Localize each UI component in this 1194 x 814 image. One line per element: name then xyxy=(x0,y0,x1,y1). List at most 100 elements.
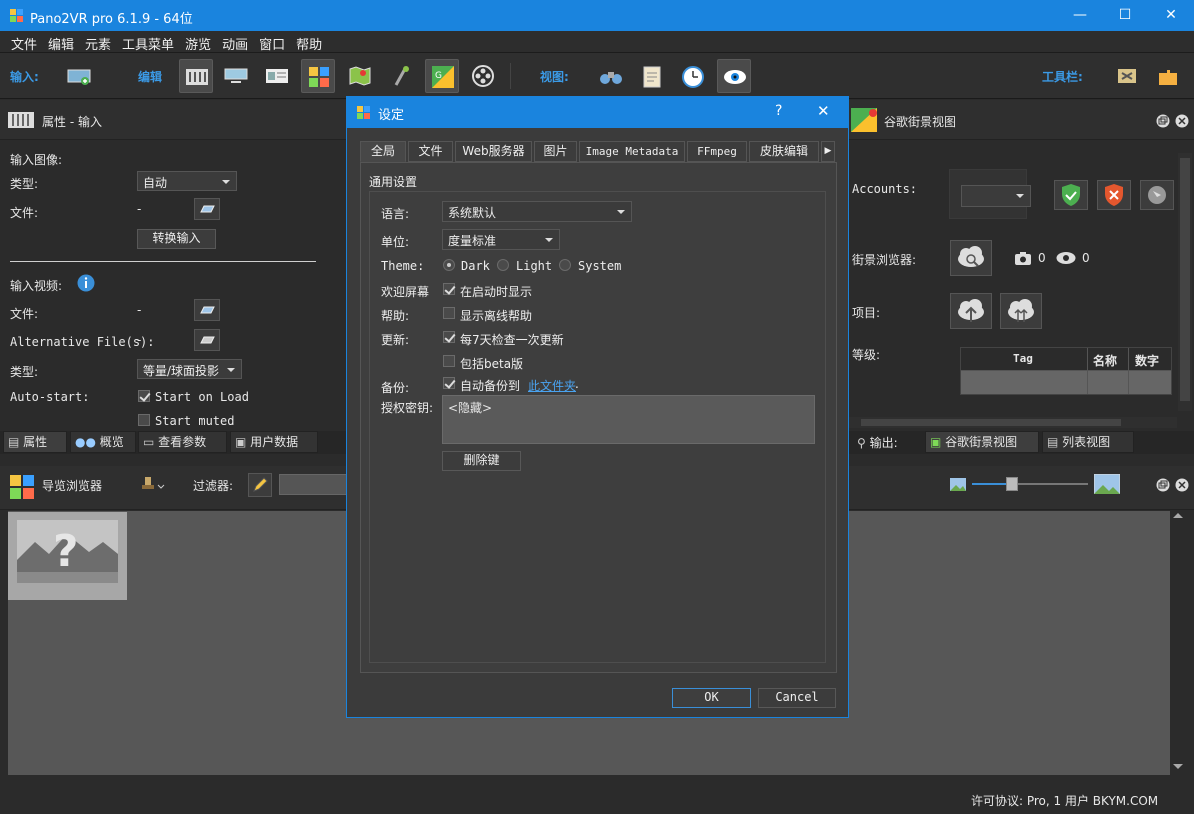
filter-input[interactable] xyxy=(279,474,349,495)
scroll-up-icon[interactable] xyxy=(1173,513,1183,518)
accounts-select[interactable] xyxy=(961,185,1031,207)
stamp-icon[interactable] xyxy=(141,475,165,495)
beta-checkbox[interactable] xyxy=(443,355,455,367)
start-on-load-checkbox[interactable] xyxy=(138,390,150,402)
viewing-params-icon[interactable] xyxy=(219,59,253,93)
tab-file[interactable]: 文件 xyxy=(408,141,453,162)
svg-text:G: G xyxy=(435,71,442,81)
properties-icon[interactable] xyxy=(179,59,213,93)
start-muted-checkbox[interactable] xyxy=(138,414,150,426)
menu-elements[interactable]: 元素 xyxy=(85,31,111,53)
cancel-button[interactable]: Cancel xyxy=(758,688,836,708)
convert-input-button[interactable]: 转换输入 xyxy=(137,229,216,249)
tab-web-server[interactable]: Web服务器 xyxy=(455,141,532,162)
clipboard-icon[interactable] xyxy=(635,59,669,93)
slider-handle[interactable] xyxy=(1006,477,1018,491)
eye-icon[interactable] xyxy=(717,59,751,93)
menu-tour[interactable]: 游览 xyxy=(185,31,211,53)
scrollbar-vertical[interactable] xyxy=(1170,511,1194,775)
maximize-button[interactable]: ☐ xyxy=(1102,0,1148,31)
tab-list-view[interactable]: ▤ 列表视图 xyxy=(1042,431,1134,453)
tab-skin-editor[interactable]: 皮肤编辑 xyxy=(749,141,819,162)
dialog-title-bar: 设定 ? ✕ xyxy=(347,97,848,128)
offline-help-label: 显示离线帮助 xyxy=(460,309,533,323)
tab-ffmpeg[interactable]: FFmpeg xyxy=(687,141,747,162)
offline-help-checkbox[interactable] xyxy=(443,307,455,319)
map-icon[interactable] xyxy=(343,59,377,93)
theme-dark-radio[interactable] xyxy=(443,259,455,271)
delete-key-button[interactable]: 删除键 xyxy=(442,451,521,471)
add-input-icon[interactable] xyxy=(62,59,96,93)
sign-out-button[interactable] xyxy=(1097,180,1131,210)
column-header-number[interactable]: 数字 xyxy=(1135,352,1159,369)
theme-system-radio[interactable] xyxy=(559,259,571,271)
float-panel-icon[interactable] xyxy=(1156,114,1170,128)
tab-image-metadata[interactable]: Image Metadata xyxy=(579,141,685,162)
gsv-panel-header: 谷歌街景视图 xyxy=(849,100,1194,140)
plugin-icon[interactable] xyxy=(1110,59,1144,93)
tab-view-params[interactable]: ▭ 查看参数 xyxy=(138,431,227,453)
float-panel-icon[interactable] xyxy=(1156,478,1170,492)
help-button[interactable]: ? xyxy=(775,103,782,119)
tab-properties[interactable]: ▤ 属性 xyxy=(3,431,67,453)
info-icon[interactable] xyxy=(77,274,95,292)
unit-select[interactable]: 度量标准 xyxy=(442,229,560,250)
user-data-icon[interactable] xyxy=(260,59,294,93)
welcome-checkbox[interactable] xyxy=(443,283,455,295)
puzzle-icon[interactable] xyxy=(1151,59,1185,93)
tab-images[interactable]: 图片 xyxy=(534,141,577,162)
dialog-close-button[interactable]: ✕ xyxy=(817,102,830,120)
gsv-h-scrollbar[interactable] xyxy=(849,417,1177,428)
menu-tools[interactable]: 工具菜单 xyxy=(122,31,174,53)
binoculars-icon[interactable] xyxy=(594,59,628,93)
gsv-scrollbar[interactable] xyxy=(1178,153,1192,411)
upload-all-button[interactable] xyxy=(1000,293,1042,329)
upload-button[interactable] xyxy=(950,293,992,329)
column-header-tag[interactable]: Tag xyxy=(1013,352,1033,365)
panorama-thumbnail[interactable]: ? xyxy=(8,512,127,600)
theme-light-radio[interactable] xyxy=(497,259,509,271)
close-window-button[interactable]: ✕ xyxy=(1148,0,1194,31)
video-type-value: 等量/球面投影 xyxy=(143,364,220,378)
dialog-title: 设定 xyxy=(378,108,405,123)
license-key-field[interactable]: <隐藏> xyxy=(442,395,815,444)
properties-icon xyxy=(8,112,34,128)
tour-browser-icon[interactable] xyxy=(301,59,335,93)
update-checkbox[interactable] xyxy=(443,331,455,343)
column-header-name[interactable]: 名称 xyxy=(1093,352,1117,369)
backup-checkbox[interactable] xyxy=(443,377,455,389)
ok-button[interactable]: OK xyxy=(672,688,751,708)
menu-help[interactable]: 帮助 xyxy=(296,31,322,53)
close-panel-icon[interactable] xyxy=(1175,478,1189,492)
filter-tag-button[interactable] xyxy=(248,473,272,497)
minimize-button[interactable]: — xyxy=(1057,0,1103,31)
patch-icon[interactable] xyxy=(384,59,418,93)
tab-overview[interactable]: ●● 概览 xyxy=(70,431,136,453)
backup-folder-link[interactable]: 此文件夹 xyxy=(528,377,576,394)
google-street-view-icon[interactable]: G xyxy=(425,59,459,93)
global-settings-page: 通用设置 语言: 系统默认 单位: 度量标准 Theme: Dark Light… xyxy=(360,162,837,673)
language-select[interactable]: 系统默认 xyxy=(442,201,632,222)
gsv-panel-title: 谷歌街景视图 xyxy=(884,115,957,129)
account-info-button[interactable] xyxy=(1140,180,1174,210)
open-file-button[interactable] xyxy=(194,198,220,220)
close-panel-icon[interactable] xyxy=(1175,114,1189,128)
menu-edit[interactable]: 编辑 xyxy=(48,31,74,53)
tab-google-street-view[interactable]: ▣ 谷歌街景视图 xyxy=(925,431,1039,453)
tab-user-data[interactable]: ▣ 用户数据 xyxy=(230,431,318,453)
video-icon[interactable] xyxy=(466,59,500,93)
clock-icon[interactable] xyxy=(676,59,710,93)
street-view-browser-button[interactable] xyxy=(950,240,992,276)
input-video-label: 输入视频: xyxy=(10,279,63,293)
open-alt-files-button[interactable] xyxy=(194,329,220,351)
sign-in-button[interactable] xyxy=(1054,180,1088,210)
menu-file[interactable]: 文件 xyxy=(11,31,37,53)
open-video-button[interactable] xyxy=(194,299,220,321)
tab-global[interactable]: 全局 xyxy=(360,141,406,162)
video-type-select[interactable]: 等量/球面投影 xyxy=(137,359,242,379)
scroll-down-icon[interactable] xyxy=(1173,764,1183,769)
tabs-scroll-right[interactable]: ▶ xyxy=(821,141,835,162)
type-select[interactable]: 自动 xyxy=(137,171,237,191)
menu-window[interactable]: 窗口 xyxy=(259,31,285,53)
menu-animation[interactable]: 动画 xyxy=(222,31,248,53)
